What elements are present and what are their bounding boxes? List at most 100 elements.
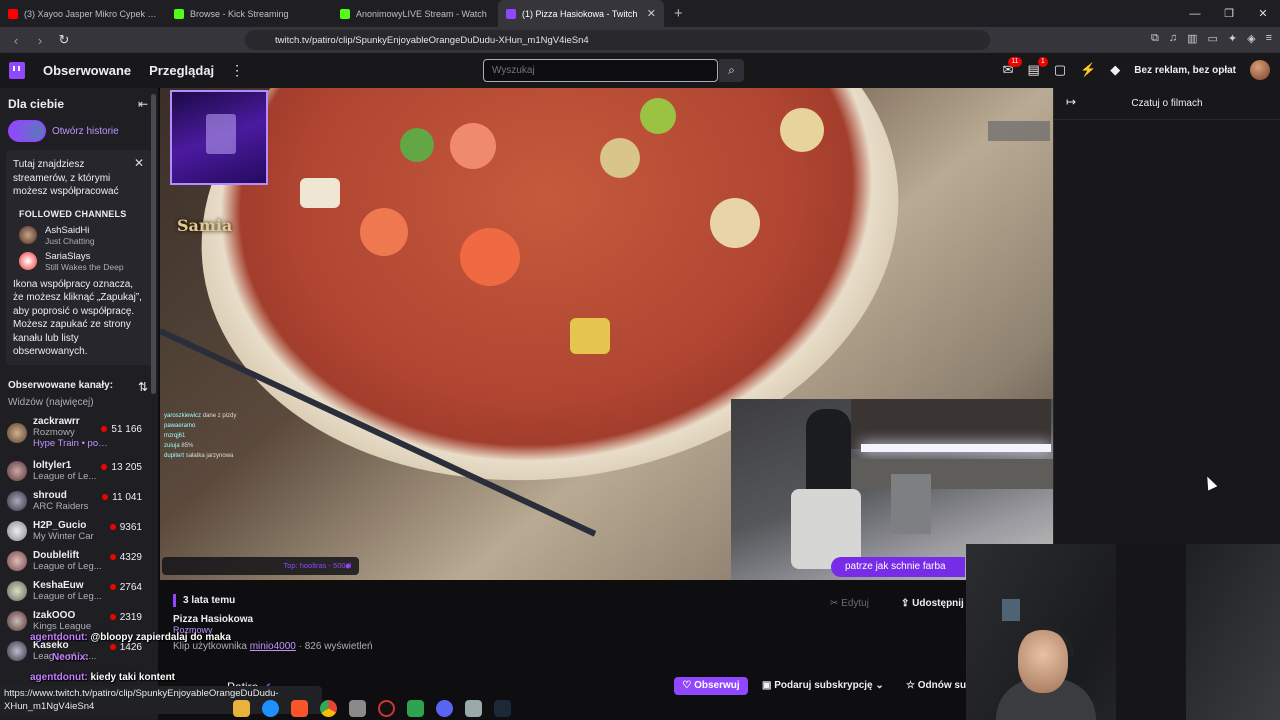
share-label: Udostępnij xyxy=(912,598,964,609)
sort-icon[interactable]: ⇅ xyxy=(138,380,148,394)
steam-icon[interactable] xyxy=(494,700,511,717)
sort-label[interactable]: Widzów (najwięcej) xyxy=(8,397,158,408)
live-indicator-icon xyxy=(101,464,108,470)
edit-button[interactable]: ✂ Edytuj xyxy=(830,598,869,609)
share-button[interactable]: ⇪ Udostępnij xyxy=(901,598,964,609)
sidebar-item-channel[interactable]: Doublelift League of Leg... 4329 xyxy=(0,546,158,576)
bits-icon: ◆ xyxy=(345,561,351,570)
tab-title: Browse - Kick Streaming xyxy=(190,8,289,19)
channel-game: League of Leg... xyxy=(33,590,102,602)
collab-info-text-2: Ikona współpracy oznacza, że możesz klik… xyxy=(13,278,142,358)
sidebar-item-channel[interactable]: KeshaEuw League of Leg... 2764 xyxy=(0,576,158,606)
search-icon[interactable]: ⌕ xyxy=(719,59,744,82)
collab-channel[interactable]: SariaSlays Still Wakes the Deep xyxy=(19,251,145,272)
bits-icon[interactable]: ◆ xyxy=(1110,62,1120,78)
minimize-icon[interactable]: — xyxy=(1178,8,1212,20)
cheese-topping xyxy=(300,178,340,208)
folder-icon[interactable] xyxy=(233,700,250,717)
channel-name: Doublelift xyxy=(33,549,80,561)
collapse-sidebar-icon[interactable]: ⇤ xyxy=(138,97,148,111)
chrome-icon[interactable] xyxy=(320,700,337,717)
channel-name: loltyler1 xyxy=(33,459,72,471)
reload-icon[interactable]: ↻ xyxy=(54,32,74,48)
follow-button[interactable]: ♡ Obserwuj xyxy=(674,677,748,695)
more-icon[interactable]: ⋮ xyxy=(230,62,244,79)
taskbar xyxy=(225,697,555,720)
app-icon[interactable] xyxy=(349,700,366,717)
stories-avatar[interactable] xyxy=(8,120,46,142)
extension-icon[interactable]: ⧉ xyxy=(1151,32,1159,45)
kitchen-cabinets xyxy=(851,399,1051,449)
renew-sub-button[interactable]: ☆ Odnów sub xyxy=(906,680,966,691)
search-input[interactable] xyxy=(483,59,718,82)
browser-tab[interactable]: (3) Xayoo Jasper Mikro Cypek vs de xyxy=(0,0,166,27)
gift-sub-button[interactable]: ▣ Podaruj subskrypcję ⌄ xyxy=(762,680,884,691)
browser-tab[interactable]: AnonimowyLIVE Stream - Watch xyxy=(332,0,498,27)
stream-chat-overlay: agentdonut: @bloopy zapierdalaj do maka … xyxy=(0,630,330,690)
sidebar-item-channel[interactable]: loltyler1 League of Le... 13 205 xyxy=(0,456,158,486)
sidebar-item-channel[interactable]: H2P_Gucio My Winter Car 9361 xyxy=(0,516,158,546)
renew-sub-label: Odnów sub xyxy=(917,680,966,691)
video-player[interactable]: Samia yaroszkiewicz dane z pizdy pawaera… xyxy=(160,88,1053,580)
close-window-icon[interactable]: ✕ xyxy=(1246,7,1280,20)
stories-row[interactable]: Otwórz historie xyxy=(8,120,158,142)
avatar xyxy=(7,490,27,511)
channel-status: Just Chatting xyxy=(45,235,95,246)
new-tab-button[interactable]: + xyxy=(664,5,693,22)
twitch-logo-icon[interactable] xyxy=(9,62,25,79)
twitch-nav-right: ✉ 11 ▤ 1 ▢ ⚡ ◆ Bez reklam, bez opłat xyxy=(1003,57,1270,80)
expand-chat-icon[interactable]: ↦ xyxy=(1066,95,1076,109)
edge-icon[interactable] xyxy=(262,700,279,717)
inbox-icon[interactable]: ▤ 1 xyxy=(1028,57,1048,78)
viewer-count: 13 205 xyxy=(111,461,142,473)
discord-icon[interactable] xyxy=(436,700,453,717)
nav-browse[interactable]: Przeglądaj xyxy=(149,63,214,78)
app-icon[interactable] xyxy=(465,700,482,717)
music-icon[interactable]: ♫ xyxy=(1169,32,1177,45)
channel-name: SariaSlays xyxy=(45,250,91,262)
channel-name: H2P_Gucio xyxy=(33,519,87,531)
user-avatar[interactable] xyxy=(1250,60,1270,80)
avatar xyxy=(7,422,27,443)
turbo-no-ads-button[interactable]: Bez reklam, bez opłat xyxy=(1134,65,1236,76)
app-icon[interactable] xyxy=(407,700,424,717)
brave-icon[interactable] xyxy=(291,700,308,717)
browser-tab[interactable]: Browse - Kick Streaming xyxy=(166,0,332,27)
menu-icon[interactable]: ≡ xyxy=(1266,32,1272,45)
close-icon[interactable]: ✕ xyxy=(134,156,144,170)
kick-icon xyxy=(174,8,184,19)
back-icon[interactable]: ‹ xyxy=(6,33,26,48)
nav-following[interactable]: Obserwowane xyxy=(43,63,131,78)
avatar xyxy=(7,580,27,601)
restore-icon[interactable]: ❐ xyxy=(1212,7,1246,20)
kick-icon xyxy=(340,8,350,19)
obs-icon[interactable] xyxy=(378,700,395,717)
extension-icon[interactable]: ⚡ xyxy=(1080,62,1096,78)
sidebar-item-channel[interactable]: zackrawrr Rozmowy Hype Train • pozio... 51… xyxy=(0,416,158,449)
live-indicator-icon xyxy=(109,584,116,590)
overlay-chat: yaroszkiewicz dane z pizdy pawaeramo mzr… xyxy=(160,413,310,553)
wallet-icon[interactable]: ▭ xyxy=(1207,32,1217,45)
close-tab-icon[interactable]: ✕ xyxy=(647,7,656,20)
chevron-down-icon: ⌄ xyxy=(875,680,884,691)
shrimp-topping xyxy=(450,123,496,169)
sidebar-icon[interactable]: ▥ xyxy=(1187,32,1197,45)
carrot-topping xyxy=(460,228,520,286)
sidebar-item-channel[interactable]: shroud ARC Raiders 11 041 xyxy=(0,486,158,516)
browser-tab-active[interactable]: (1) Pizza Hasiokowa - Twitch ✕ xyxy=(498,0,664,27)
browser-toolbar: ‹ › ↻ twitch.tv/patiro/clip/SpunkyEnjoya… xyxy=(0,27,1280,53)
whispers-icon[interactable]: ▢ xyxy=(1054,62,1066,78)
vpn-icon[interactable]: ◈ xyxy=(1247,32,1255,45)
notifications-icon[interactable]: ✉ 11 xyxy=(1003,57,1022,78)
live-indicator-icon xyxy=(101,426,108,432)
overlay-chat-line: yaroszkiewicz dane z pizdy xyxy=(164,413,237,419)
ai-icon[interactable]: ✦ xyxy=(1228,32,1237,45)
open-stories-link[interactable]: Otwórz historie xyxy=(52,126,119,137)
collab-info-text: Tutaj znajdziesz streamerów, z którymi m… xyxy=(13,159,119,197)
collab-info-box: ✕ Tutaj znajdziesz streamerów, z którymi… xyxy=(6,150,152,365)
door xyxy=(1116,544,1186,720)
address-bar[interactable]: twitch.tv/patiro/clip/SpunkyEnjoyableOra… xyxy=(245,30,990,50)
sidebar-scrollbar[interactable] xyxy=(151,94,156,394)
collab-channel[interactable]: AshSaidHi Just Chatting xyxy=(19,225,145,246)
forward-icon[interactable]: › xyxy=(30,33,50,48)
